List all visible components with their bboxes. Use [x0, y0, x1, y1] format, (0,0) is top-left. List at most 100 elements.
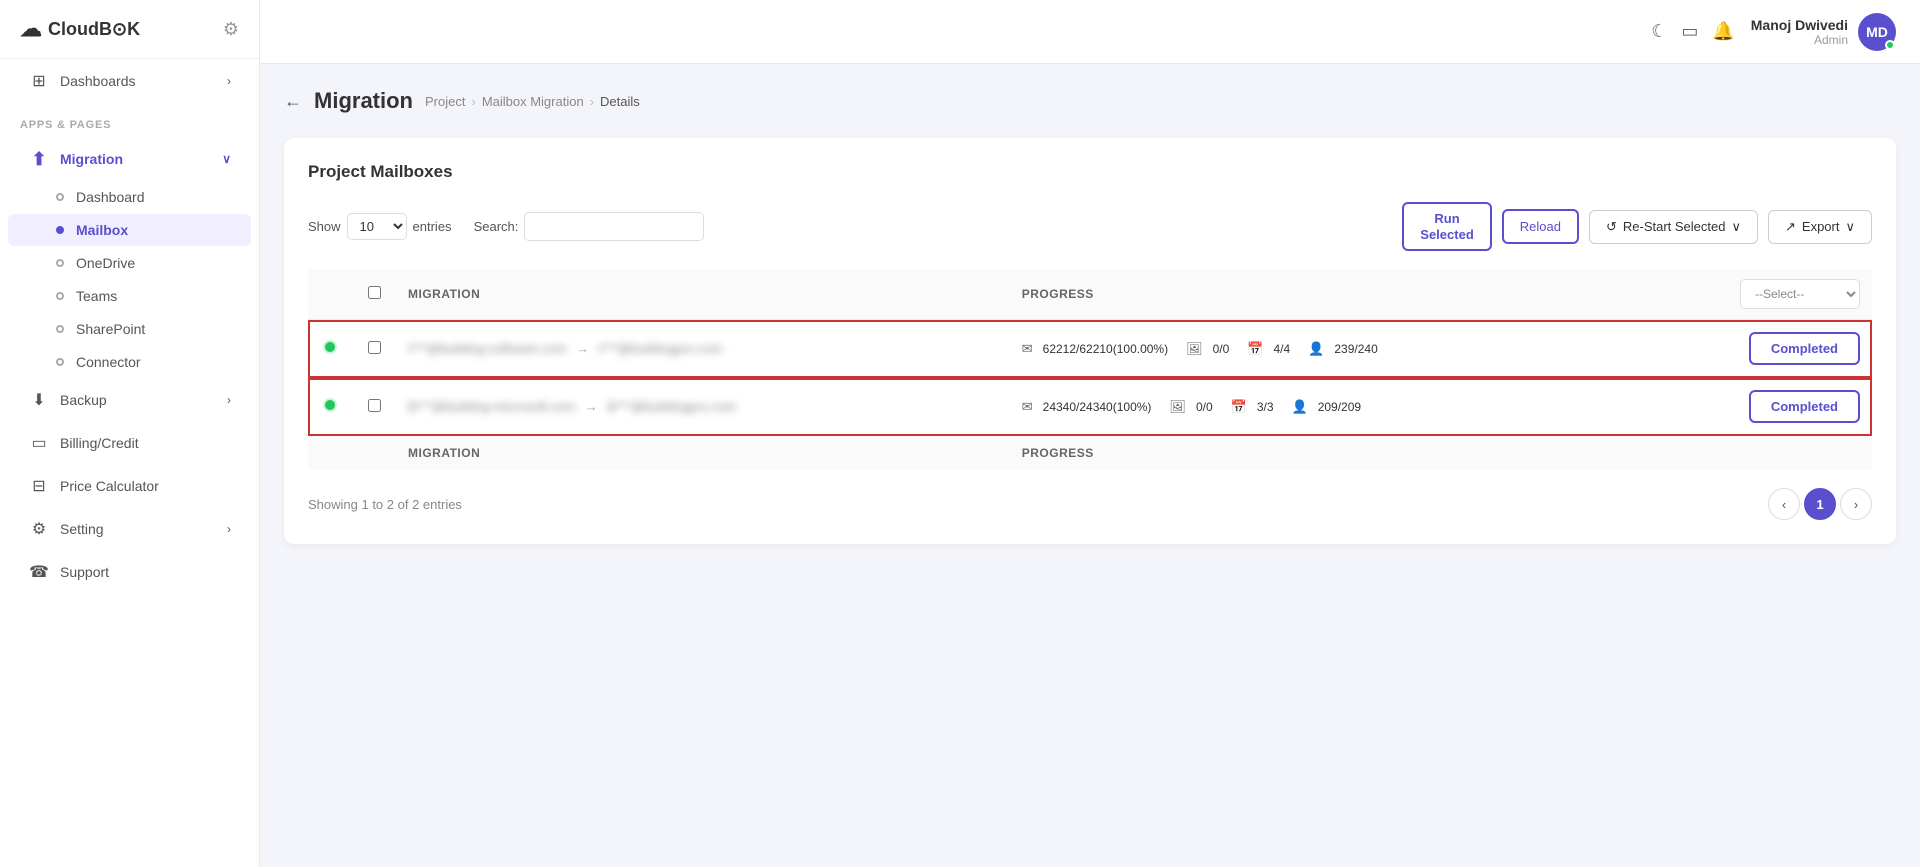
contact-progress: 239/240	[1334, 342, 1377, 356]
progress-email-row: ✉ 62212/62210(100.00%) 🖼 0/0 📅 4/4 👤 239…	[1022, 341, 1660, 357]
user-role: Admin	[1751, 33, 1848, 47]
sidebar-item-connector[interactable]: Connector	[8, 346, 251, 378]
dot-icon	[56, 259, 64, 267]
sidebar-item-setting[interactable]: ⚙ Setting ›	[8, 508, 251, 550]
sidebar-item-mailbox[interactable]: Mailbox	[8, 214, 251, 246]
export-button[interactable]: ↗ Export ∨	[1768, 210, 1872, 244]
sidebar-item-migration[interactable]: ⬆ Migration ∨	[8, 138, 251, 180]
sidebar-item-price-calculator[interactable]: ⊟ Price Calculator	[8, 465, 251, 507]
logo-text: CloudB⊙K	[48, 19, 140, 40]
table-wrap: MIGRATION PROGRESS --Select-- Completed …	[308, 269, 1872, 470]
row-migration-col: B***@building-microsoft.com → B***@build…	[396, 378, 1010, 436]
entries-select[interactable]: 10 25 50 100	[347, 213, 407, 240]
dot-icon	[56, 358, 64, 366]
sidebar-item-dashboards[interactable]: ⊞ Dashboards ›	[8, 60, 251, 102]
back-button[interactable]: ←	[284, 91, 302, 112]
bell-icon[interactable]: 🔔	[1712, 21, 1734, 42]
sidebar-nav: ⊞ Dashboards › APPS & PAGES ⬆ Migration …	[0, 60, 259, 593]
sidebar-item-sharepoint[interactable]: SharePoint	[8, 313, 251, 345]
breadcrumb-mailbox[interactable]: Mailbox Migration	[482, 94, 584, 109]
project-mailboxes-card: Project Mailboxes Show 10 25 50 100 entr…	[284, 138, 1896, 544]
restart-selected-button[interactable]: ↺ Re-Start Selected ∨	[1589, 210, 1758, 244]
progress-info: ✉ 24340/24340(100%) 🖼 0/0 📅 3/3 👤 209/20…	[1022, 399, 1660, 415]
row-checkbox[interactable]	[368, 399, 381, 412]
sidebar-header: ☁ CloudB⊙K ⚙	[0, 0, 259, 59]
page-1-button[interactable]: 1	[1804, 488, 1836, 520]
sub-label: Dashboard	[76, 189, 145, 205]
row-check-col	[352, 320, 396, 378]
completed-button[interactable]: Completed	[1749, 390, 1860, 423]
search-label: Search:	[474, 219, 519, 234]
row-migration-col: t***@building-software.com → t***@buildi…	[396, 320, 1010, 378]
table-row: B***@building-microsoft.com → B***@build…	[308, 378, 1872, 436]
row-action-col: Completed	[1672, 320, 1872, 378]
sidebar-item-dashboard[interactable]: Dashboard	[8, 181, 251, 213]
reload-button[interactable]: Reload	[1502, 209, 1579, 244]
dot-icon	[56, 325, 64, 333]
contact-icon: 👤	[1308, 341, 1324, 357]
completed-button[interactable]: Completed	[1749, 332, 1860, 365]
breadcrumb-project[interactable]: Project	[425, 94, 465, 109]
chevron-icon: ›	[227, 74, 231, 88]
sidebar-migration-label: Migration	[60, 151, 123, 167]
sidebar-item-teams[interactable]: Teams	[8, 280, 251, 312]
row-status-col	[308, 320, 352, 378]
contact-icon: 👤	[1292, 399, 1308, 415]
sidebar-item-onedrive[interactable]: OneDrive	[8, 247, 251, 279]
cal-progress: 4/4	[1273, 342, 1290, 356]
status-filter-select[interactable]: --Select-- Completed In Progress Failed	[1740, 279, 1860, 309]
search-input[interactable]	[524, 212, 704, 241]
sidebar-item-backup[interactable]: ⬇ Backup ›	[8, 379, 251, 421]
breadcrumb: Project › Mailbox Migration › Details	[425, 94, 640, 109]
image-progress: 0/0	[1213, 342, 1230, 356]
select-all-checkbox[interactable]	[368, 286, 381, 299]
export-chevron-icon: ∨	[1845, 219, 1855, 235]
run-selected-button[interactable]: Run Selected	[1402, 202, 1491, 251]
migration-from: B***@building-microsoft.com	[408, 399, 575, 414]
show-entries-group: Show 10 25 50 100 entries	[308, 213, 452, 240]
breadcrumb-sep1: ›	[471, 94, 475, 109]
sidebar-settings-icon[interactable]: ⚙	[223, 19, 239, 40]
sub-label: SharePoint	[76, 321, 145, 337]
sidebar-item-billing[interactable]: ▭ Billing/Credit	[8, 422, 251, 464]
sidebar: ☁ CloudB⊙K ⚙ ⊞ Dashboards › APPS & PAGES…	[0, 0, 260, 867]
toolbar: Show 10 25 50 100 entries Search: Run Se…	[308, 202, 1872, 251]
avatar-initials: MD	[1866, 24, 1888, 40]
calendar-icon: 📅	[1247, 341, 1263, 357]
main-area: ☾ ▭ 🔔 Manoj Dwivedi Admin MD ← Migration…	[260, 0, 1920, 867]
search-group: Search:	[474, 212, 705, 241]
row-progress-col: ✉ 62212/62210(100.00%) 🖼 0/0 📅 4/4 👤 239…	[1010, 320, 1672, 378]
row-checkbox[interactable]	[368, 341, 381, 354]
sub-label: Connector	[76, 354, 141, 370]
th-migration: MIGRATION	[396, 269, 1010, 320]
dark-mode-icon[interactable]: ☾	[1651, 21, 1667, 42]
logo: ☁ CloudB⊙K	[20, 16, 140, 42]
th-progress: PROGRESS	[1010, 269, 1672, 320]
calendar-icon: 📅	[1231, 399, 1247, 415]
user-name: Manoj Dwivedi	[1751, 17, 1848, 33]
restart-chevron-icon: ∨	[1731, 219, 1741, 235]
next-page-button[interactable]: ›	[1840, 488, 1872, 520]
arrow-right-icon: →	[585, 399, 598, 414]
table-row: t***@building-software.com → t***@buildi…	[308, 320, 1872, 378]
price-icon: ⊟	[28, 475, 50, 497]
backup-chevron-icon: ›	[227, 393, 231, 407]
arrow-right-icon: →	[576, 341, 589, 356]
dot-icon	[56, 193, 64, 201]
prev-page-button[interactable]: ‹	[1768, 488, 1800, 520]
avatar[interactable]: MD	[1858, 13, 1896, 51]
dashboards-icon: ⊞	[28, 70, 50, 92]
billing-icon: ▭	[28, 432, 50, 454]
page-title: Migration	[314, 88, 413, 114]
breadcrumb-current: Details	[600, 94, 640, 109]
avatar-online-indicator	[1885, 40, 1895, 50]
entries-label: entries	[413, 219, 452, 234]
th-action: --Select-- Completed In Progress Failed	[1672, 269, 1872, 320]
layout-icon[interactable]: ▭	[1681, 21, 1698, 42]
image-icon: 🖼	[1186, 341, 1203, 357]
row-action-col: Completed	[1672, 378, 1872, 436]
email-progress: 62212/62210(100.00%)	[1043, 342, 1168, 356]
sidebar-item-support[interactable]: ☎ Support	[8, 551, 251, 593]
setting-chevron-icon: ›	[227, 522, 231, 536]
row-check-col	[352, 378, 396, 436]
